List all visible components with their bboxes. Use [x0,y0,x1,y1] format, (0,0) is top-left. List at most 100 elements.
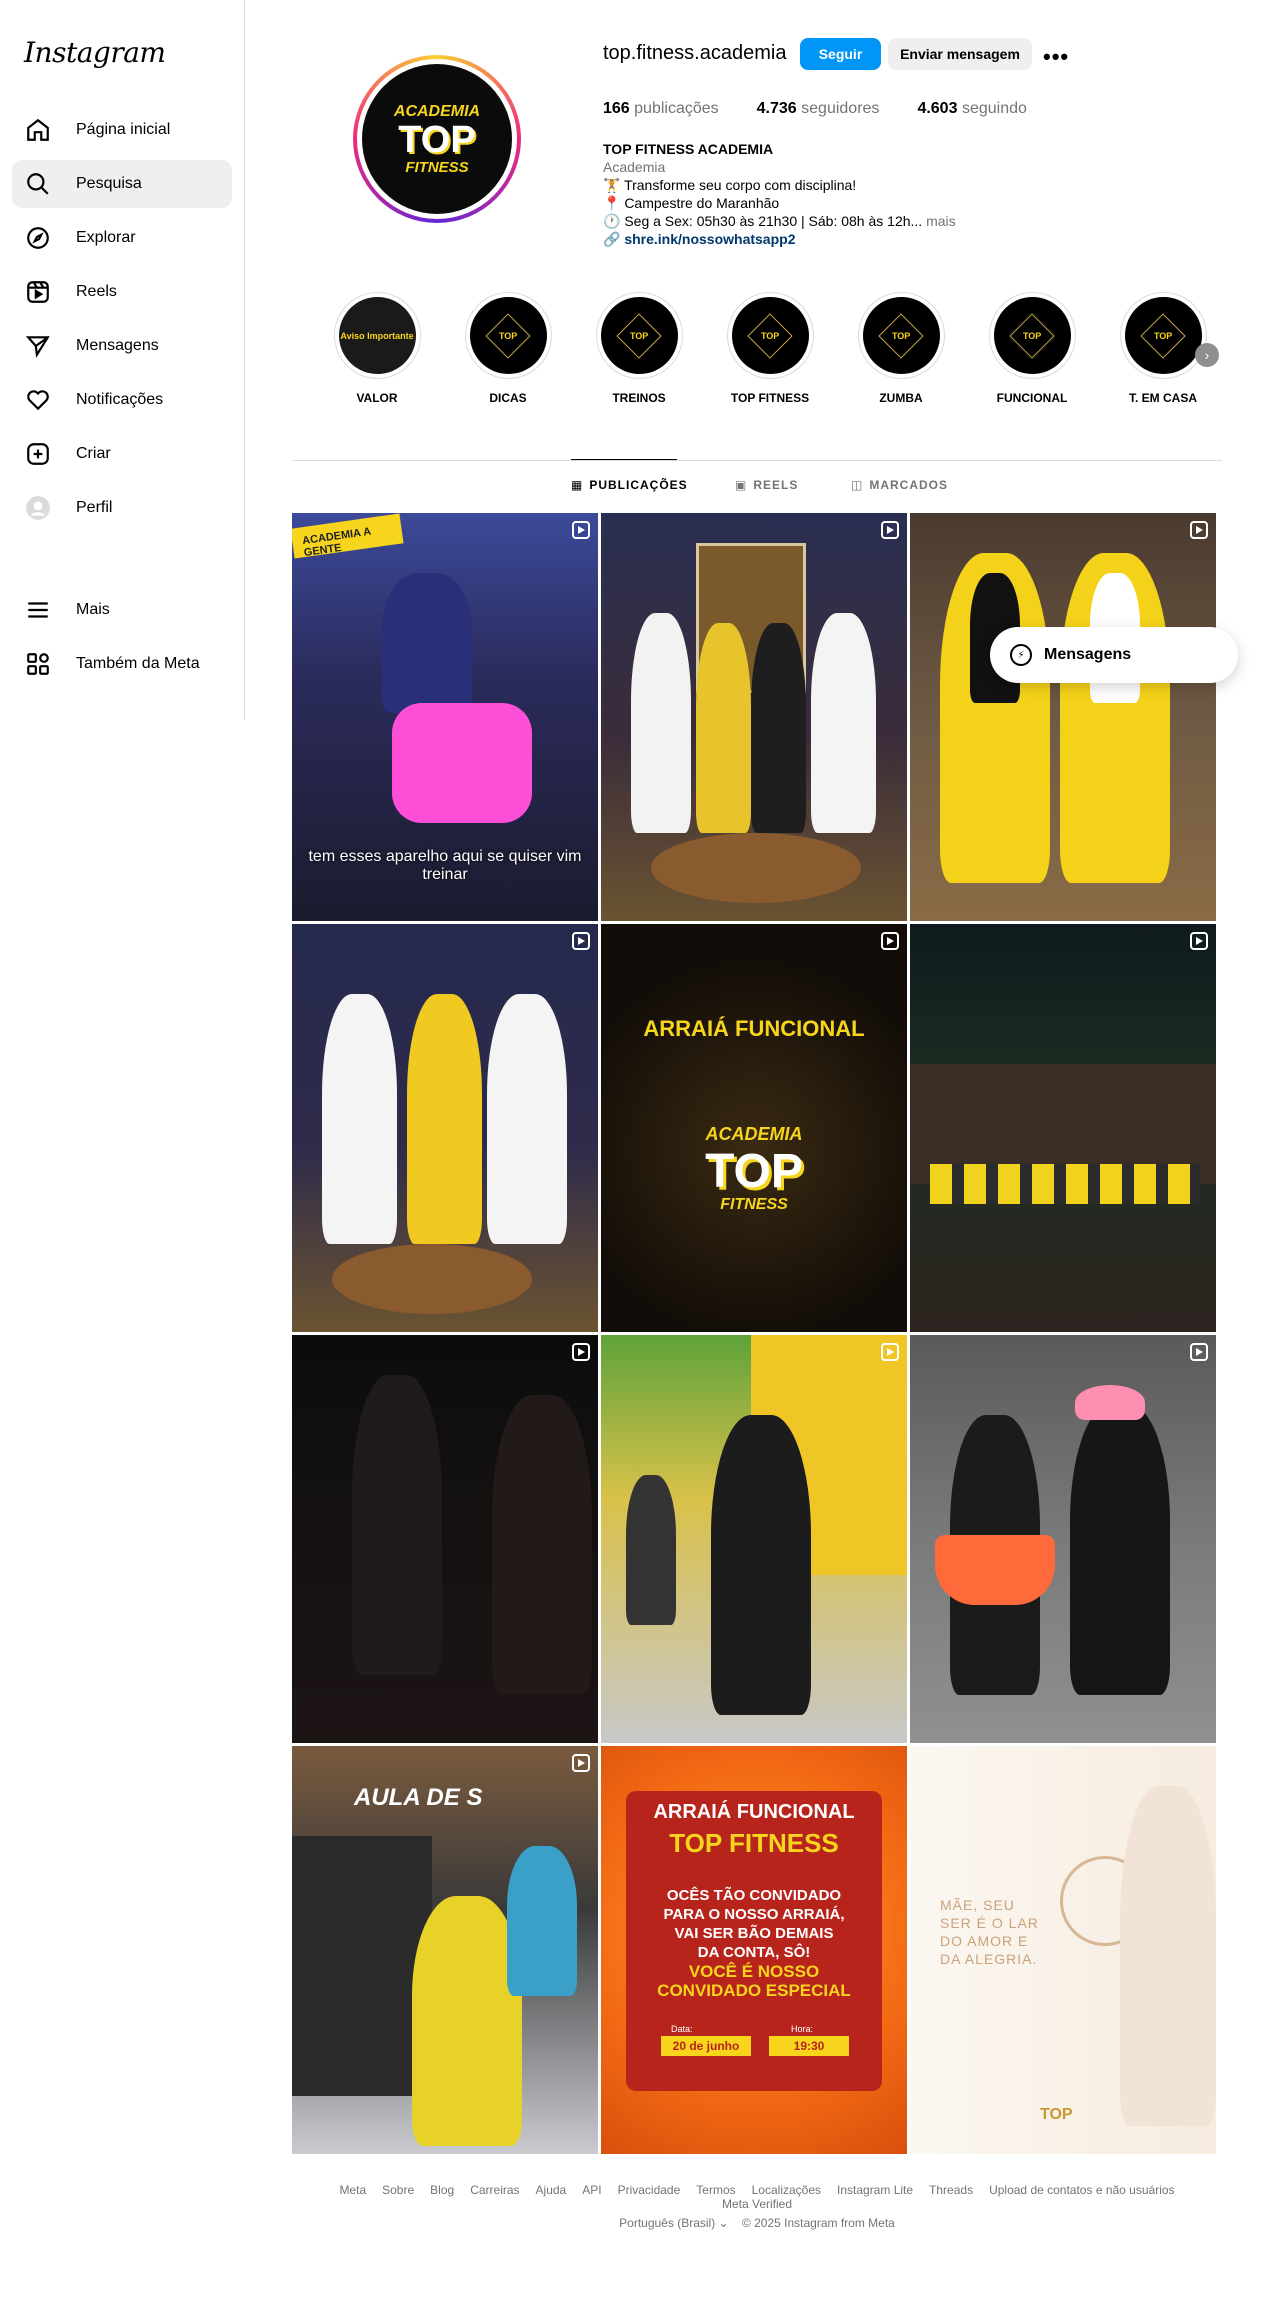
highlight-ring: TOP [857,292,945,379]
nav-profile[interactable]: Perfil [12,484,232,532]
post-thumbnail[interactable] [601,1335,907,1743]
highlight-cover-text: TOP [1153,330,1173,341]
footer-link[interactable]: Localizações [752,2183,821,2197]
nav-also-from-meta[interactable]: Também da Meta [12,640,232,688]
nav-label: Perfil [76,499,113,516]
messenger-icon: ⚡ [1010,644,1032,666]
invite-body: OCÊS TÃO CONVIDADO PARA O NOSSO ARRAIÁ, … [601,1886,907,2000]
post-thumbnail[interactable]: ARRAIÁ FUNCIONAL ACADEMIA TOP FITNESS [601,924,907,1332]
nav-search[interactable]: Pesquisa [12,160,232,208]
footer-link[interactable]: Ajuda [536,2183,567,2197]
tab-posts[interactable]: ▦ PUBLICAÇÕES [571,478,688,492]
highlight-item[interactable]: TOP TREINOS [595,292,683,405]
nav-label: Mais [76,601,110,618]
followers-stat[interactable]: 4.736 seguidores [757,100,880,118]
follow-button[interactable]: Seguir [800,38,881,70]
highlights-next-chevron-icon[interactable]: › [1195,343,1219,367]
invite-date: 20 de junho [661,2036,751,2056]
footer-link[interactable]: Blog [430,2183,454,2197]
footer-link[interactable]: Termos [696,2183,735,2197]
tab-reels[interactable]: ▣ REELS [735,478,798,492]
person-figure [696,623,751,833]
nav-reels[interactable]: Reels [12,268,232,316]
highlight-diamond: TOP [616,312,662,359]
highlight-item[interactable]: TOP ZUMBA [857,292,945,405]
footer-link[interactable]: Meta Verified [722,2197,792,2211]
footer-link[interactable]: Sobre [382,2183,414,2197]
tabs-divider [292,460,1222,461]
footer-link[interactable]: Carreiras [470,2183,519,2197]
bio-external-link[interactable]: 🔗 shre.ink/nossowhatsapp2 [603,230,956,248]
footer-link[interactable]: API [582,2183,601,2197]
post-thumbnail[interactable] [292,924,598,1332]
nav-notifications[interactable]: Notificações [12,376,232,424]
highlight-label: TREINOS [612,391,666,405]
footer-link[interactable]: Privacidade [618,2183,681,2197]
straw-rug [651,833,861,903]
reel-icon [881,521,899,539]
post-thumbnail[interactable] [910,924,1216,1332]
bio-more-link[interactable]: mais [926,213,956,229]
reel-icon [1190,1343,1208,1361]
highlight-item[interactable]: TOP DICAS [464,292,552,405]
active-tab-indicator [571,459,677,460]
post-thumbnail[interactable] [292,1335,598,1743]
highlight-item[interactable]: TOP TOP FITNESS [726,292,814,405]
following-count: 4.603 [917,100,958,117]
person-figure [492,1395,592,1695]
nav-messages[interactable]: Mensagens [12,322,232,370]
profile-category: Academia [603,159,666,175]
highlight-item[interactable]: TOP FUNCIONAL [988,292,1076,405]
post-thumbnail[interactable]: MÃE, SEU SER É O LAR DO AMOR E DA ALEGRI… [910,1746,1216,2154]
footer-link[interactable]: Meta [339,2183,366,2197]
followers-label: seguidores [801,100,880,117]
nav-explore[interactable]: Explorar [12,214,232,262]
person-figure [322,994,397,1244]
reel-icon [572,1754,590,1772]
nav-more[interactable]: Mais [12,586,232,634]
profile-avatar[interactable]: ACADEMIA TOP FITNESS [353,55,521,223]
tab-tagged[interactable]: ◫ MARCADOS [851,478,948,492]
language-select[interactable]: Português (Brasil) ⌄ [619,2216,728,2230]
send-message-button[interactable]: Enviar mensagem [888,38,1032,70]
footer-link[interactable]: Instagram Lite [837,2183,913,2197]
post-thumbnail[interactable]: AULA DE S [292,1746,598,2154]
post-thumbnail[interactable]: ACADEMIA A GENTE tem esses aparelho aqui… [292,513,598,921]
post-thumbnail[interactable] [910,1335,1216,1743]
more-options-icon[interactable]: ••• [1043,44,1069,70]
home-icon [24,116,52,144]
straw-rug [332,1244,532,1314]
post-thumbnail[interactable]: ARRAIÁ FUNCIONAL TOP FITNESS OCÊS TÃO CO… [601,1746,907,2154]
reel-icon [1190,932,1208,950]
highlight-cover: TOP [469,297,547,374]
highlight-cover: TOP [862,297,940,374]
tab-label: MARCADOS [869,478,949,492]
following-stat[interactable]: 4.603 seguindo [917,100,1026,118]
messages-floating-button[interactable]: ⚡ Mensagens [990,627,1238,683]
reel-icon [572,932,590,950]
nav-label: Criar [76,445,111,462]
nav-home[interactable]: Página inicial [12,106,232,154]
highlight-item[interactable]: Aviso Importante VALOR [333,292,421,405]
invite-line: PARA O NOSSO ARRAIÁ, [663,1906,845,1923]
highlight-cover: TOP [600,297,678,374]
profile-name: TOP FITNESS ACADEMIA [603,141,774,157]
footer-link[interactable]: Threads [929,2183,973,2197]
post-thumbnail[interactable] [910,513,1216,921]
highlight-label: TOP FITNESS [730,391,810,405]
highlight-diamond: TOP [878,312,924,359]
following-label: seguindo [961,100,1027,117]
highlight-cover-text: Aviso Importante [340,330,414,341]
person-figure [412,1896,522,2146]
post-thumbnail[interactable] [601,513,907,921]
highlight-ring: Aviso Importante [333,292,421,379]
highlight-cover: TOP [1124,297,1202,374]
nav-create[interactable]: Criar [12,430,232,478]
person-figure [392,703,532,823]
nav-label: Também da Meta [76,655,200,672]
footer-link[interactable]: Upload de contatos e não usuários [989,2183,1174,2197]
profile-stats: 166 publicações 4.736 seguidores 4.603 s… [603,100,1065,118]
highlight-item[interactable]: TOP T. EM CASA [1119,292,1207,405]
instagram-logo[interactable]: Instagram [24,36,166,69]
followers-count: 4.736 [756,100,797,117]
